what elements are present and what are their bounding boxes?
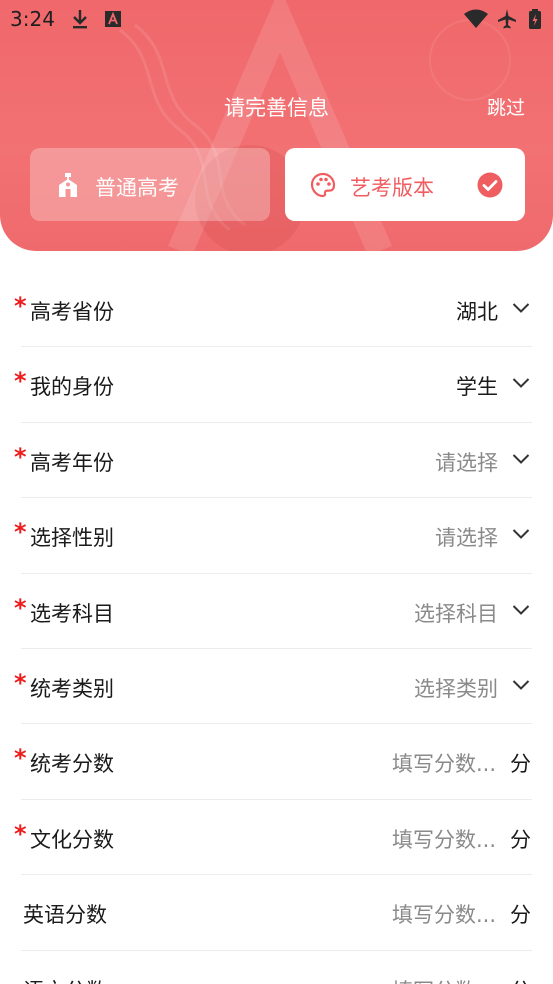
field-label: 选考科目: [30, 601, 114, 626]
score-input[interactable]: 填写分数...: [392, 975, 496, 984]
required-mark: *: [14, 442, 27, 471]
palette-icon: [310, 172, 336, 198]
info-form: * 高考省份 湖北 * 我的身份 学生 * 高考年份 请选择 * 选择性别 请选…: [0, 272, 553, 984]
status-bar: 3:24: [0, 0, 553, 40]
check-circle-icon: [477, 172, 503, 198]
field-label: 文化分数: [30, 827, 114, 852]
select-placeholder[interactable]: 选择科目: [414, 598, 498, 628]
select-placeholder[interactable]: 请选择: [435, 447, 498, 477]
score-input[interactable]: 填写分数...: [392, 899, 496, 929]
battery-charging-icon: [529, 9, 541, 29]
score-input[interactable]: 填写分数...: [392, 748, 496, 778]
chevron-down-icon[interactable]: [512, 453, 530, 465]
field-label: 语文分数: [23, 975, 107, 984]
mode-normal-gaokao[interactable]: 普通高考: [30, 148, 270, 221]
field-label: 统考类别: [30, 676, 114, 701]
status-time: 3:24: [10, 7, 55, 31]
form-row-exam-category[interactable]: * 统考类别 选择类别: [14, 649, 532, 725]
score-input[interactable]: 填写分数...: [392, 824, 496, 854]
field-label: 统考分数: [30, 752, 114, 777]
field-label: 选择性别: [30, 526, 114, 551]
chevron-down-icon[interactable]: [512, 302, 530, 314]
wifi-icon: [464, 9, 488, 28]
select-value[interactable]: 学生: [456, 371, 498, 401]
school-icon: [59, 173, 77, 197]
unit-label: 分: [510, 752, 531, 777]
field-label: 我的身份: [30, 375, 114, 400]
unit-label: 分: [510, 827, 531, 852]
form-row-subjects[interactable]: * 选考科目 选择科目: [14, 574, 532, 649]
chevron-down-icon[interactable]: [512, 604, 530, 616]
form-row-exam-year[interactable]: * 高考年份 请选择: [14, 423, 532, 499]
skip-button[interactable]: 跳过: [487, 93, 525, 120]
unit-label: 分: [510, 975, 531, 984]
required-mark: *: [14, 367, 27, 396]
chevron-down-icon[interactable]: [512, 679, 530, 691]
select-placeholder[interactable]: 选择类别: [414, 673, 498, 703]
form-row-culture-score: * 文化分数 填写分数... 分: [14, 800, 532, 876]
form-row-gender[interactable]: * 选择性别 请选择: [14, 498, 532, 574]
mode-art-label: 艺考版本: [350, 176, 434, 200]
field-label: 高考省份: [30, 300, 114, 324]
select-placeholder[interactable]: 请选择: [435, 522, 498, 552]
unit-label: 分: [510, 903, 531, 928]
page-title: 请完善信息: [224, 96, 329, 120]
field-label: 高考年份: [30, 450, 114, 475]
required-mark: *: [14, 593, 27, 622]
form-row-province[interactable]: * 高考省份 湖北: [14, 272, 532, 348]
mode-art-exam[interactable]: 艺考版本: [285, 148, 525, 221]
form-row-identity[interactable]: * 我的身份 学生: [14, 347, 532, 423]
form-row-chinese-score: 语文分数 填写分数... 分: [21, 951, 532, 984]
field-label: 英语分数: [23, 903, 107, 928]
required-mark: *: [14, 744, 27, 773]
a-notification-icon: [105, 11, 121, 27]
form-row-unified-score: * 统考分数 填写分数... 分: [14, 724, 532, 800]
download-icon: [73, 10, 87, 29]
chevron-down-icon[interactable]: [512, 528, 530, 540]
chevron-down-icon[interactable]: [512, 377, 530, 389]
required-mark: *: [14, 518, 27, 547]
mode-normal-label: 普通高考: [95, 176, 179, 200]
form-row-english-score: 英语分数 填写分数... 分: [21, 875, 532, 951]
select-value[interactable]: 湖北: [456, 296, 498, 326]
required-mark: *: [14, 292, 27, 320]
required-mark: *: [14, 819, 27, 848]
airplane-icon: [498, 9, 516, 29]
required-mark: *: [14, 668, 27, 697]
